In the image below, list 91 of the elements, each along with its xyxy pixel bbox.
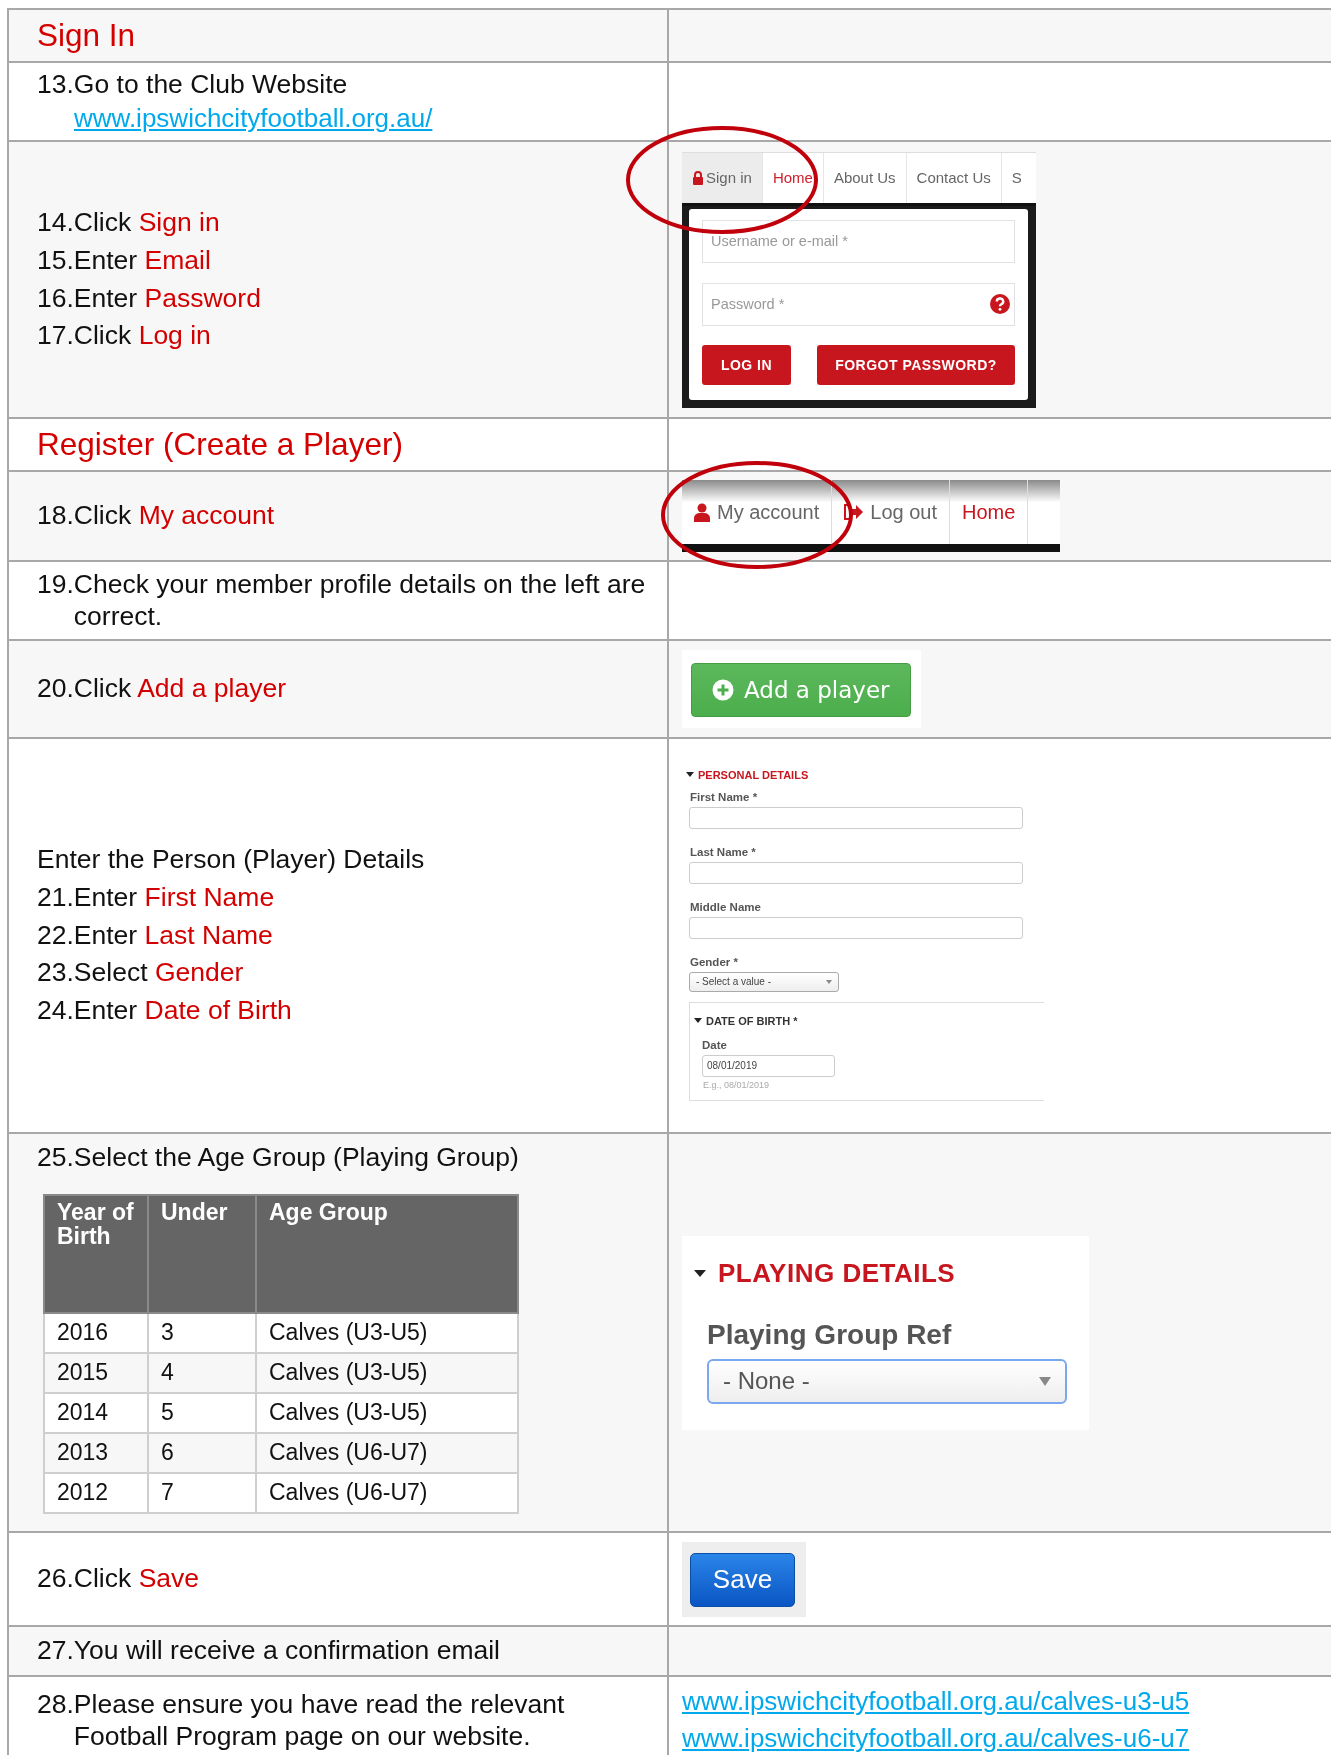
column-header: Age Group <box>256 1194 518 1313</box>
section-title: PERSONAL DETAILS <box>698 768 809 781</box>
table-cell: 2016 <box>44 1312 148 1353</box>
step-number: 25. <box>37 1142 74 1174</box>
step-text: Please ensure you have read the relevant Football Program page on our website. <box>73 1689 566 1753</box>
step-number: 23. <box>37 957 74 990</box>
step-text: Click Save <box>73 1563 200 1595</box>
step-text: Click Log in <box>73 320 212 353</box>
caret-icon <box>694 1018 702 1023</box>
step-number: 13. <box>37 69 74 101</box>
nav-tab[interactable]: Home <box>762 152 824 203</box>
step-number: 19. <box>37 568 74 601</box>
step-text: Go to the Club Website <box>73 69 349 101</box>
dropdown-arrow-icon <box>826 979 832 984</box>
field-label: Date <box>702 1038 728 1051</box>
step-text: Click Add a player <box>73 673 286 705</box>
step-text: Click My account <box>73 500 275 532</box>
table-cell: Calves (U3-U5) <box>256 1312 518 1353</box>
lock-icon <box>692 170 704 185</box>
help-icon <box>990 293 1010 314</box>
username-field[interactable]: Username or e-mail * <box>702 219 1015 263</box>
table-cell: 2014 <box>44 1392 148 1433</box>
table-cell: 2015 <box>44 1352 148 1393</box>
section-title: PLAYING DETAILS <box>718 1257 956 1289</box>
section-heading: Register (Create a Player) <box>37 426 403 463</box>
table-cell: 3 <box>148 1312 256 1353</box>
field-label: Middle Name <box>690 900 762 913</box>
step-number: 15. <box>37 244 74 277</box>
step-number: 20. <box>37 673 74 705</box>
step-number: 14. <box>37 206 74 239</box>
fieldset-title: DATE OF BIRTH * <box>706 1014 798 1027</box>
forgot-password-button[interactable]: FORGOT PASSWORD? <box>817 344 1015 385</box>
nav-tab[interactable]: Home <box>950 480 1029 544</box>
table-cell: 7 <box>148 1472 256 1513</box>
caret-icon <box>694 1269 706 1277</box>
step-number: 24. <box>37 995 74 1027</box>
step-number: 21. <box>37 881 74 914</box>
step-text: Select Gender <box>73 957 245 990</box>
exit-icon <box>844 503 864 521</box>
text-field[interactable] <box>689 861 1023 884</box>
field-label: Gender * <box>690 955 739 968</box>
column-header: Under <box>148 1194 256 1313</box>
nav-tab[interactable]: S <box>1001 152 1022 203</box>
instruction-text: Enter the Person (Player) Details <box>37 844 425 876</box>
nav-tab[interactable]: Sign in <box>682 152 763 203</box>
step-text: Enter First Name <box>73 881 276 914</box>
nav-tab[interactable]: Contact Us <box>906 152 1002 203</box>
table-cell: Calves (U6-U7) <box>256 1432 518 1473</box>
password-field[interactable]: Password * <box>702 282 1015 326</box>
field-hint: E.g., 08/01/2019 <box>703 1079 771 1090</box>
table-cell: Calves (U3-U5) <box>256 1352 518 1393</box>
column-header: Year of Birth <box>44 1194 148 1313</box>
caret-icon <box>686 772 694 777</box>
table-cell: 5 <box>148 1392 256 1433</box>
table-cell: Calves (U6-U7) <box>256 1472 518 1513</box>
step-text: Enter Password <box>73 282 261 315</box>
step-number: 27. <box>37 1635 74 1667</box>
table-cell: 2013 <box>44 1432 148 1473</box>
table-cell: 2012 <box>44 1472 148 1513</box>
step-text: Enter Date of Birth <box>73 995 293 1027</box>
step-text: Select the Age Group (Playing Group) <box>73 1142 519 1174</box>
login-button[interactable]: LOG IN <box>702 344 791 385</box>
step-text: Enter Last Name <box>73 919 274 952</box>
text-field[interactable] <box>689 916 1023 939</box>
save-button[interactable]: Save <box>690 1552 795 1607</box>
nav-tab[interactable]: Log out <box>832 480 950 544</box>
text-field[interactable] <box>689 806 1023 829</box>
user-icon <box>694 502 710 522</box>
step-number: 16. <box>37 282 74 315</box>
field-label: First Name * <box>690 790 759 803</box>
step-text: You will receive a confirmation email <box>73 1635 500 1667</box>
section-heading: Sign In <box>37 17 136 54</box>
step-text: Check your member profile details on the left are correct. <box>73 568 647 633</box>
step-number: 28. <box>37 1689 74 1722</box>
table-cell: 4 <box>148 1352 256 1393</box>
playing-group-dropdown[interactable]: - None - <box>707 1358 1067 1404</box>
field-label: Playing Group Ref <box>707 1318 953 1351</box>
step-number: 26. <box>37 1563 74 1595</box>
step-number: 17. <box>37 320 74 353</box>
date-field[interactable]: 08/01/2019 <box>702 1054 835 1077</box>
nav-tab[interactable]: About Us <box>823 152 907 203</box>
table-cell: 6 <box>148 1432 256 1473</box>
dropdown-arrow-icon <box>1039 1376 1051 1386</box>
gender-dropdown[interactable]: - Select a value - <box>689 971 839 992</box>
step-text: Click Sign in <box>73 206 221 239</box>
field-label: Last Name * <box>690 845 757 858</box>
step-text: Enter Email <box>73 244 212 277</box>
plus-icon <box>712 679 734 701</box>
step-number: 22. <box>37 919 74 952</box>
table-cell: Calves (U3-U5) <box>256 1392 518 1433</box>
step-number: 18. <box>37 500 74 532</box>
